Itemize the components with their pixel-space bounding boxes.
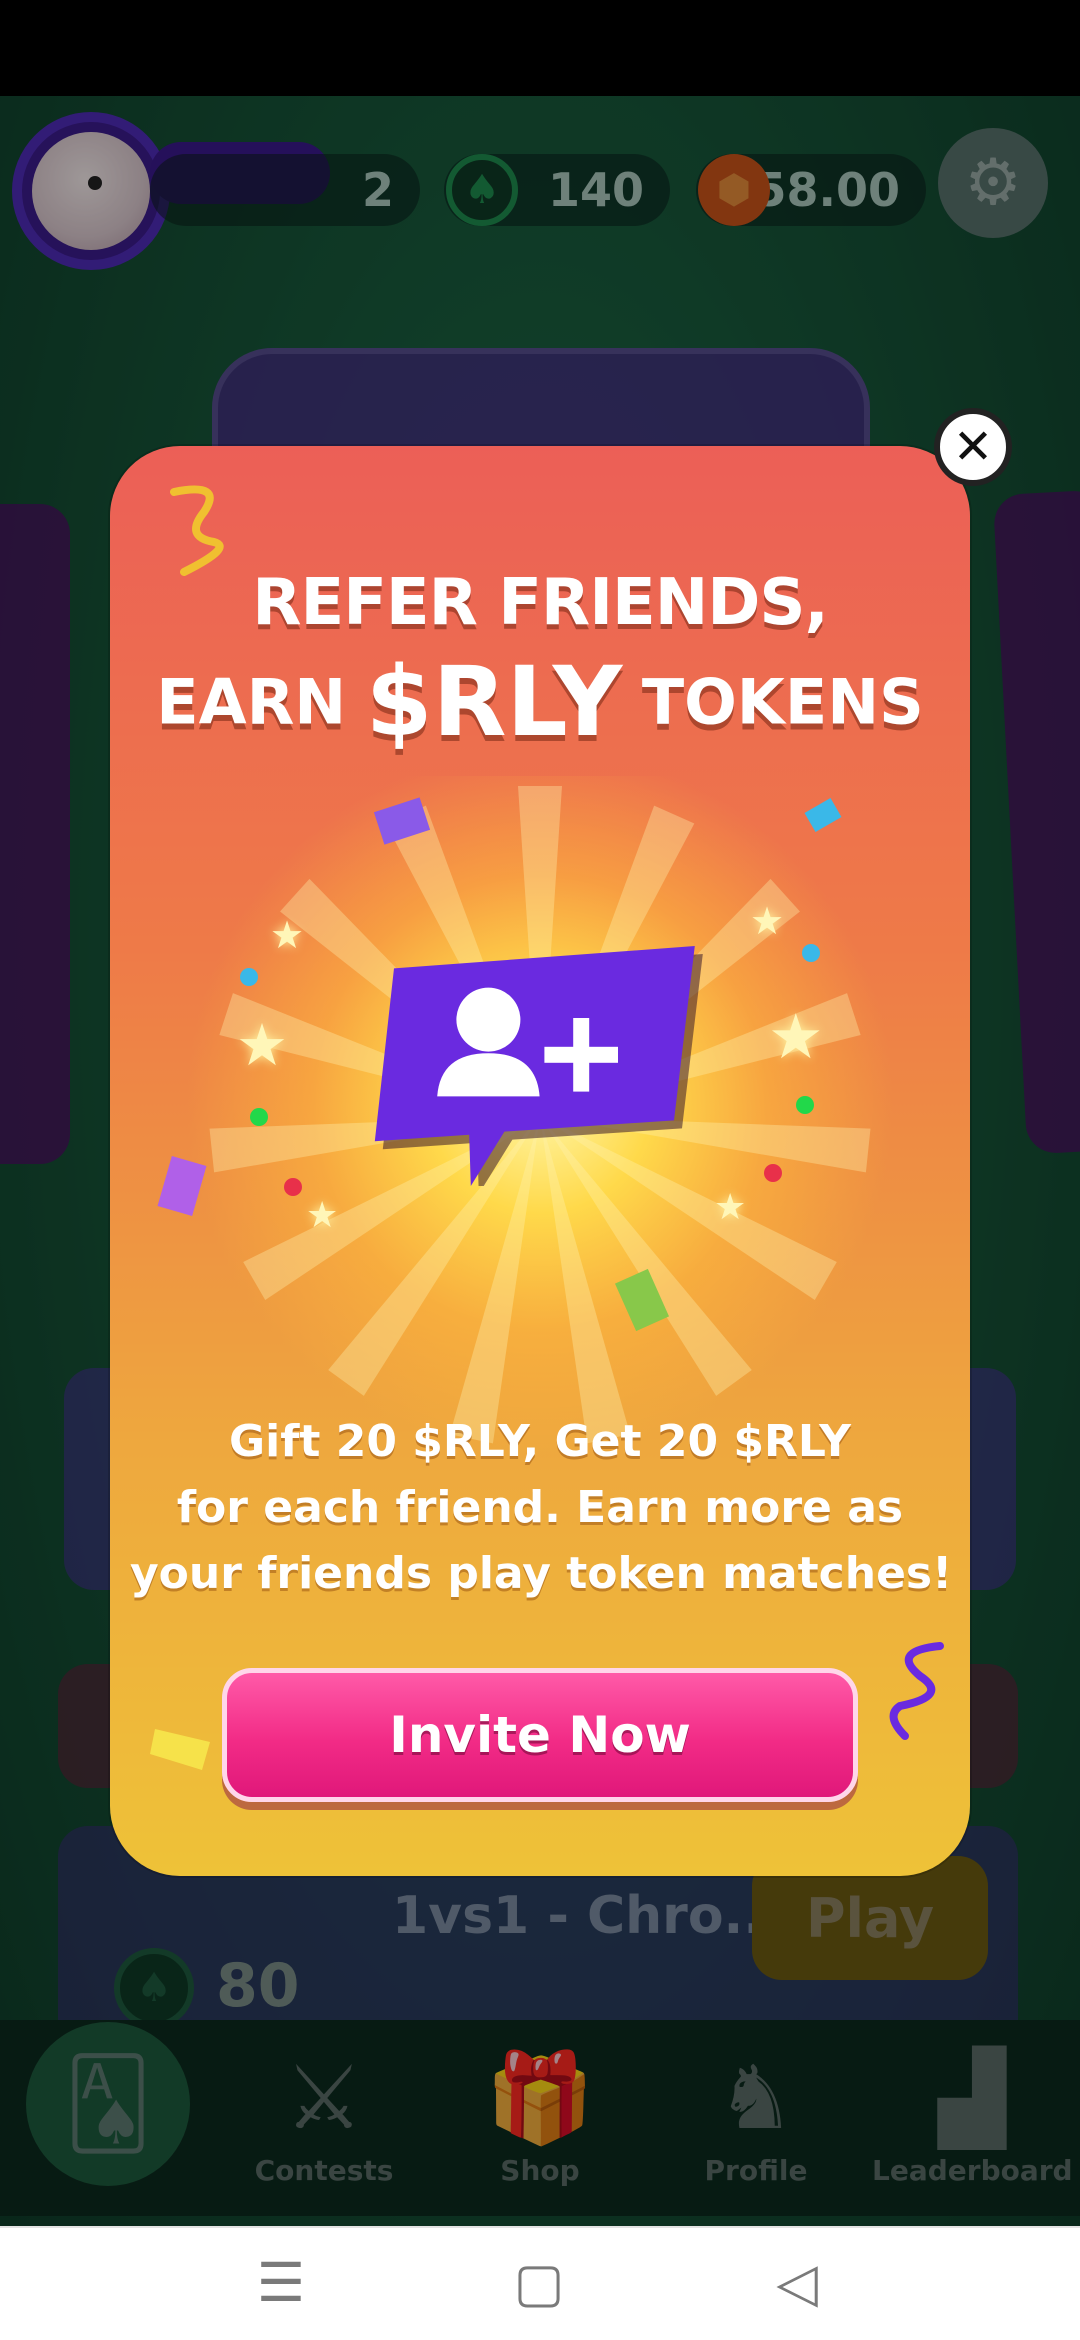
star-icon: ★ bbox=[306, 1195, 339, 1236]
confetti-dot bbox=[250, 1108, 268, 1126]
description-line1: Gift 20 $RLY, Get 20 $RLY bbox=[229, 1416, 851, 1467]
star-icon: ★ bbox=[750, 899, 785, 943]
streamer-bottom-right bbox=[889, 1642, 944, 1740]
star-icon: ★ bbox=[270, 913, 305, 957]
headline-tokens: TOKENS bbox=[641, 665, 924, 739]
close-icon: ✕ bbox=[952, 419, 994, 475]
referral-popup: REFER FRIENDS, EARN $RLY TOKENS ★ ★ ★ ★ … bbox=[110, 446, 970, 1876]
confetti-dot bbox=[764, 1164, 782, 1182]
confetti-dot bbox=[796, 1096, 814, 1114]
star-icon: ★ bbox=[714, 1187, 747, 1228]
home-icon[interactable]: ▢ bbox=[494, 2242, 584, 2322]
headline-line2: EARN $RLY TOKENS bbox=[110, 646, 970, 758]
recent-apps-icon[interactable]: ☰ bbox=[236, 2242, 326, 2322]
headline-earn: EARN bbox=[156, 665, 347, 739]
invite-now-button[interactable]: Invite Now bbox=[222, 1668, 858, 1802]
headline-token: $RLY bbox=[365, 646, 623, 758]
confetti-dot bbox=[284, 1178, 302, 1196]
system-nav-bar: ☰ ▢ ◁ bbox=[0, 2226, 1080, 2340]
close-button[interactable]: ✕ bbox=[934, 408, 1012, 486]
description-line2: for each friend. Earn more as bbox=[176, 1482, 904, 1533]
confetti-bottom-left bbox=[150, 1729, 210, 1770]
headline-line1: REFER FRIENDS, bbox=[252, 566, 829, 640]
star-icon: ★ bbox=[236, 1011, 288, 1079]
star-icon: ★ bbox=[768, 1000, 824, 1073]
confetti-dot bbox=[240, 968, 258, 986]
back-icon[interactable]: ◁ bbox=[752, 2242, 842, 2322]
add-friend-icon bbox=[374, 946, 703, 1186]
confetti-dot bbox=[802, 944, 820, 962]
status-bar bbox=[0, 0, 1080, 96]
description-line3: your friends play token matches! bbox=[130, 1548, 953, 1599]
